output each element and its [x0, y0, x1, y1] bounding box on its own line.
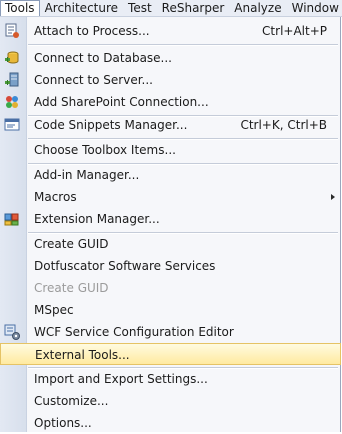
connect-database-icon [4, 50, 20, 66]
menu-item-label: Extension Manager... [34, 212, 160, 226]
menubar-item-resharper[interactable]: ReSharper [157, 0, 230, 16]
menu-item-label: Attach to Process... [34, 24, 150, 38]
menu-item-options[interactable]: Options... [0, 412, 341, 434]
menu-item-import-and-export-settings[interactable]: Import and Export Settings... [0, 368, 341, 390]
extension-manager-icon [4, 211, 20, 227]
menu-item-attach-to-process[interactable]: Attach to Process... Ctrl+Alt+P [0, 20, 341, 42]
menu-item-shortcut: Ctrl+K, Ctrl+B [240, 118, 327, 132]
menu-bar: Tools Architecture Test ReSharper Analyz… [0, 0, 342, 17]
submenu-arrow-icon [331, 194, 335, 200]
menu-item-connect-to-database[interactable]: Connect to Database... [0, 47, 341, 69]
menubar-item-analyze[interactable]: Analyze [229, 0, 286, 16]
menubar-item-test[interactable]: Test [123, 0, 157, 16]
code-snippets-icon [4, 117, 20, 133]
menu-item-external-tools[interactable]: External Tools... [0, 343, 341, 365]
tools-dropdown-menu: Attach to Process... Ctrl+Alt+P Connect … [0, 17, 341, 432]
menu-item-label: Customize... [34, 394, 109, 408]
menu-item-label: Add SharePoint Connection... [34, 95, 209, 109]
menu-item-wcf-service-configuration-editor[interactable]: WCF Service Configuration Editor [0, 321, 341, 343]
menubar-item-window[interactable]: Window [287, 0, 342, 16]
menu-item-add-sharepoint-connection[interactable]: Add SharePoint Connection... [0, 91, 341, 113]
connect-server-icon [4, 72, 20, 88]
menu-item-code-snippets-manager[interactable]: Code Snippets Manager... Ctrl+K, Ctrl+B [0, 114, 341, 136]
menubar-item-tools[interactable]: Tools [0, 0, 40, 16]
wcf-config-editor-icon [4, 324, 20, 340]
menu-item-label: Options... [34, 416, 92, 430]
menu-item-macros[interactable]: Macros [0, 186, 341, 208]
menu-item-shortcut: Ctrl+Alt+P [262, 24, 327, 38]
menu-item-choose-toolbox-items[interactable]: Choose Toolbox Items... [0, 139, 341, 161]
menu-item-create-guid-disabled: Create GUID [0, 277, 341, 299]
menu-item-customize[interactable]: Customize... [0, 390, 341, 412]
menu-item-add-in-manager[interactable]: Add-in Manager... [0, 164, 341, 186]
menu-item-connect-to-server[interactable]: Connect to Server... [0, 69, 341, 91]
menu-item-create-guid[interactable]: Create GUID [0, 233, 341, 255]
menu-item-label: WCF Service Configuration Editor [34, 325, 234, 339]
menu-item-label: Connect to Database... [34, 51, 172, 65]
menu-item-label: Dotfuscator Software Services [34, 259, 216, 273]
menu-item-label: Choose Toolbox Items... [34, 143, 176, 157]
menu-item-dotfuscator-software-services[interactable]: Dotfuscator Software Services [0, 255, 341, 277]
menu-item-label: Macros [34, 190, 77, 204]
menu-item-mspec[interactable]: MSpec [0, 299, 341, 321]
menu-item-label: Connect to Server... [34, 73, 153, 87]
menu-item-label: External Tools... [35, 348, 130, 362]
menu-item-label: Import and Export Settings... [34, 372, 208, 386]
menubar-item-architecture[interactable]: Architecture [40, 0, 123, 16]
menu-item-extension-manager[interactable]: Extension Manager... [0, 208, 341, 230]
menu-separator [28, 44, 338, 46]
sharepoint-connection-icon [4, 94, 20, 110]
menu-item-label: Code Snippets Manager... [34, 118, 188, 132]
menu-item-label: Add-in Manager... [34, 168, 140, 182]
attach-process-icon [4, 23, 20, 39]
menu-item-label: Create GUID [34, 281, 109, 295]
menu-item-label: Create GUID [34, 237, 109, 251]
menu-item-label: MSpec [34, 303, 74, 317]
